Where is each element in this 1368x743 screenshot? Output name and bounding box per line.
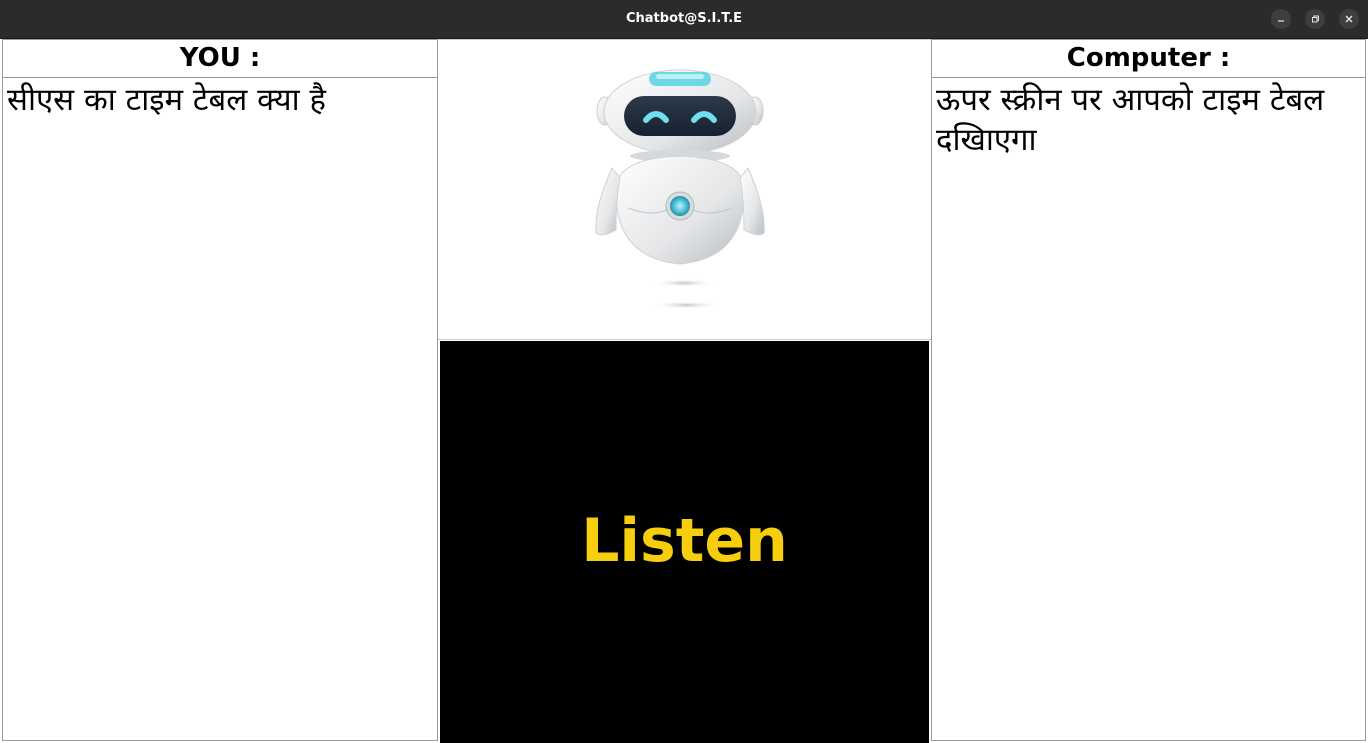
close-icon <box>1345 15 1353 23</box>
computer-heading: Computer : <box>932 40 1365 78</box>
you-message-text: सीएस का टाइम टेबल क्या है <box>7 82 327 118</box>
minimize-icon <box>1278 20 1284 22</box>
restore-icon <box>1312 15 1319 23</box>
robot-assistant-image <box>595 69 765 309</box>
listen-button[interactable]: Listen <box>440 341 929 743</box>
computer-panel: Computer : ऊपर स्क्रीन पर आपको टाइम टेबल… <box>931 39 1366 741</box>
you-panel: YOU : सीएस का टाइम टेबल क्या है <box>2 39 438 741</box>
listen-label: Listen <box>581 506 788 576</box>
you-heading: YOU : <box>3 40 437 78</box>
computer-message-text: ऊपर स्क्रीन पर आपको टाइम टेबल दखिाएगा <box>936 82 1325 158</box>
minimize-button[interactable] <box>1271 9 1291 29</box>
maximize-button[interactable] <box>1305 9 1325 29</box>
window-titlebar: Chatbot@S.I.T.E <box>0 0 1368 39</box>
window-title: Chatbot@S.I.T.E <box>625 11 743 26</box>
robot-image-area <box>438 39 931 340</box>
main-content: YOU : सीएस का टाइम टेबल क्या है Listen C… <box>0 39 1368 743</box>
close-button[interactable] <box>1339 9 1359 29</box>
